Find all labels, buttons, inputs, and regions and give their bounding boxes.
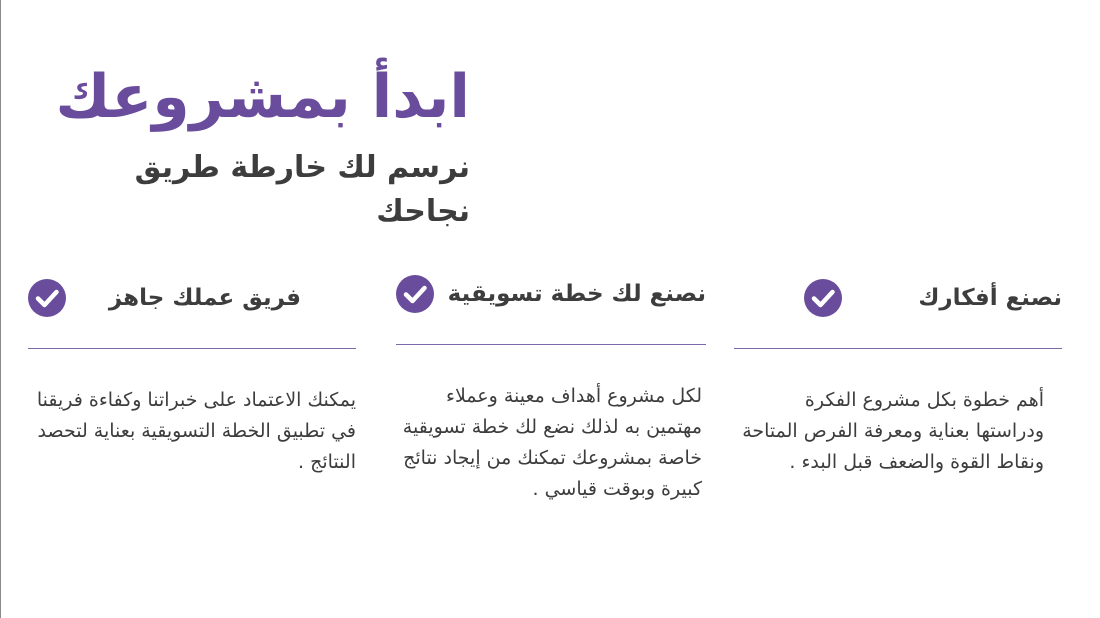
check-circle-icon [28, 279, 66, 317]
feature-divider [734, 348, 1062, 349]
feature-header: نصنع أفكارك [734, 276, 1062, 320]
feature-title: نصنع لك خطة تسويقية [447, 281, 706, 307]
feature-divider [396, 344, 706, 345]
feature-description: يمكنك الاعتماد على خبراتنا وكفاءة فريقنا… [36, 389, 356, 473]
check-circle-icon [804, 279, 842, 317]
feature-team-ready: فريق عملك جاهز يمكنك الاعتماد على خبراتن… [28, 276, 356, 478]
feature-header: فريق عملك جاهز [28, 276, 356, 320]
feature-marketing-plan: نصنع لك خطة تسويقية لكل مشروع أهداف معين… [396, 272, 706, 505]
feature-title: فريق عملك جاهز [108, 285, 301, 311]
feature-description: أهم خطوة بكل مشروع الفكرة ودراستها بعناي… [742, 389, 1044, 473]
hero-title: ابدأ بمشروعك [55, 62, 470, 132]
feature-description: لكل مشروع أهداف معينة وعملاء مهتمين به ل… [402, 385, 702, 500]
feature-divider [28, 348, 356, 349]
feature-header: نصنع لك خطة تسويقية [396, 272, 706, 316]
feature-ideas: نصنع أفكارك أهم خطوة بكل مشروع الفكرة ود… [734, 276, 1062, 478]
check-circle-icon [396, 275, 434, 313]
hero-subtitle: نرسم لك خارطة طريق نجاحك [134, 150, 470, 229]
page-left-border [0, 0, 1, 618]
feature-title: نصنع أفكارك [918, 285, 1062, 311]
